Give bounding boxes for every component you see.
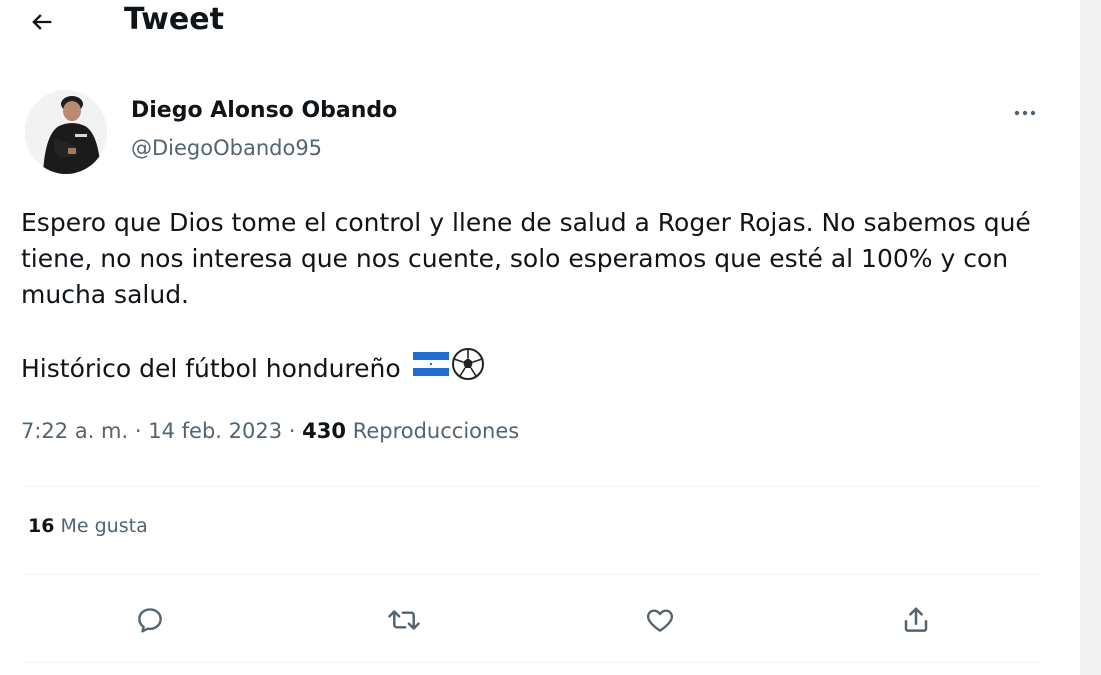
scrollbar-track <box>1080 0 1101 675</box>
share-button[interactable] <box>896 600 936 640</box>
author-name[interactable]: Diego Alonso Obando <box>131 97 397 125</box>
header: Tweet <box>0 0 1060 50</box>
divider <box>22 662 1042 663</box>
views-count: 430 <box>302 419 346 443</box>
author-handle[interactable]: @DiegoObando95 <box>131 134 322 162</box>
tweet-paragraph-text: Histórico del fútbol hondureño <box>21 354 401 383</box>
reply-icon <box>138 608 162 633</box>
back-button[interactable] <box>22 4 62 40</box>
more-horizontal-icon <box>1014 110 1036 116</box>
avatar[interactable] <box>25 90 107 174</box>
likes-stat[interactable]: 16 Me gusta <box>28 512 148 540</box>
tweet-paragraph: Espero que Dios tome el control y llene … <box>21 208 1031 309</box>
divider <box>22 574 1042 575</box>
tweet-meta: 7:22 a. m. · 14 feb. 2023 · 430 Reproduc… <box>21 416 519 446</box>
like-button[interactable] <box>640 600 680 640</box>
meta-separator: · <box>288 419 296 443</box>
honduras-flag-icon <box>412 350 449 388</box>
tweet-text: Espero que Dios tome el control y llene … <box>21 205 1061 391</box>
likes-label: Me gusta <box>60 515 148 537</box>
tweet-date[interactable]: 14 feb. 2023 <box>148 419 282 443</box>
tweet-paragraph: Histórico del fútbol hondureño <box>21 347 1061 391</box>
retweet-button[interactable] <box>384 600 424 640</box>
soccer-ball-icon <box>451 347 485 391</box>
retweet-icon <box>388 610 420 630</box>
meta-separator: · <box>134 419 142 443</box>
heart-icon <box>646 609 674 632</box>
likes-count: 16 <box>28 515 55 537</box>
arrow-left-icon <box>32 14 52 30</box>
views-label: Reproducciones <box>352 419 520 443</box>
tweet-time[interactable]: 7:22 a. m. <box>21 419 128 443</box>
more-options-button[interactable] <box>1006 98 1044 128</box>
share-icon <box>904 607 928 632</box>
page-title: Tweet <box>124 2 224 37</box>
reply-button[interactable] <box>130 600 170 640</box>
divider <box>22 486 1042 487</box>
